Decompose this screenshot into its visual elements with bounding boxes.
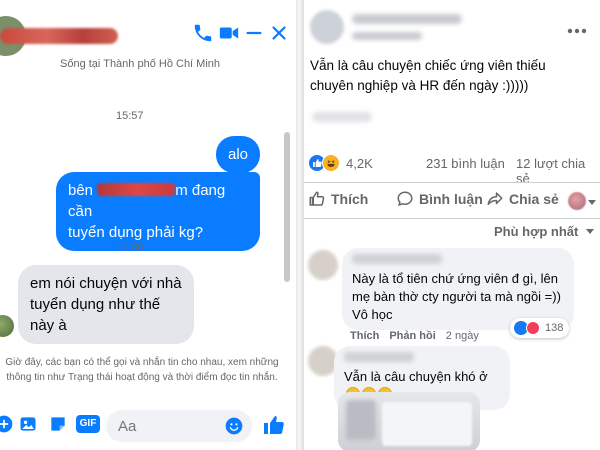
comment-icon [397, 191, 413, 206]
gif-icon[interactable]: GIF [76, 415, 100, 433]
poster-avatar[interactable] [310, 10, 344, 44]
sticker-icon[interactable] [48, 414, 68, 434]
chat-notice: Giờ đây, các bạn có thể gọi và nhắn tin … [5, 357, 279, 383]
more-options-icon[interactable] [566, 26, 588, 36]
commenter-avatar[interactable] [308, 250, 338, 280]
share-icon [487, 192, 503, 205]
commenter-name-redacted[interactable] [344, 352, 414, 362]
commenter-name-redacted[interactable] [352, 254, 442, 264]
audience-avatar[interactable] [568, 192, 586, 210]
message-text: này à [30, 317, 67, 334]
sort-label: Phù hợp nhất [494, 224, 579, 239]
comment-sort-dropdown[interactable]: Phù hợp nhất [494, 224, 594, 239]
like-icon[interactable] [262, 413, 286, 437]
post-extra-redacted [312, 112, 372, 122]
chat-scrollbar[interactable] [284, 132, 290, 282]
like-button-label: Thích [331, 191, 369, 207]
message-text: tuyển dụng phải kg? [68, 224, 204, 241]
message-timestamp: 16:36 [116, 241, 144, 253]
post-actions: Thích Bình luận Chia sẻ [304, 184, 600, 218]
post-timestamp-redacted [352, 32, 422, 40]
image-content-blurred [346, 400, 376, 440]
comment-reactions-badge[interactable]: 138 [510, 318, 570, 338]
comment-text: Vẫn là câu chuyện khó ở [344, 369, 488, 384]
contact-location: Sống tại Thành phố Hồ Chí Minh [60, 58, 221, 70]
divider [304, 218, 600, 219]
comment-meta: Thích Phản hồi 2 ngày [350, 330, 479, 342]
divider [304, 182, 600, 183]
share-button-label: Chia sẻ [509, 191, 559, 207]
comment-reply-link[interactable]: Phản hồi [389, 330, 435, 342]
facebook-post: Vẫn là câu chuyện chiếc ứng viên thiếu c… [304, 0, 600, 450]
phone-icon[interactable] [192, 22, 214, 44]
comment-image-attachment[interactable] [338, 392, 480, 450]
message-input[interactable] [106, 410, 216, 442]
message-text: em nói chuyện với nhà [30, 275, 182, 292]
thumbs-up-icon [309, 191, 325, 206]
image-content-blurred [382, 402, 472, 446]
comment-button-label: Bình luận [419, 191, 483, 207]
share-button[interactable]: Chia sẻ [486, 190, 559, 208]
contact-name-redacted[interactable] [0, 28, 118, 44]
chevron-down-icon[interactable] [588, 198, 596, 206]
plus-icon[interactable] [0, 414, 14, 434]
chat-header [0, 0, 296, 56]
chevron-down-icon [585, 229, 594, 234]
close-icon[interactable] [268, 22, 290, 44]
comment-text: Này là tổ tiên chứ ứng viên đ gì, lên mẹ… [352, 271, 561, 322]
message-timestamp: 15:57 [116, 110, 144, 122]
received-message[interactable]: em nói chuyện với nhà tuyển dụng như thế… [18, 265, 194, 344]
reaction-count[interactable]: 4,2K [346, 156, 373, 171]
reactions-summary[interactable]: 4,2K 231 bình luận 12 lượt chia sẻ [308, 154, 596, 186]
like-button[interactable]: Thích [308, 190, 368, 208]
haha-reaction-icon [322, 154, 340, 172]
comment-like-link[interactable]: Thích [350, 330, 379, 342]
message-composer: GIF [0, 404, 296, 444]
comment-button[interactable]: Bình luận [396, 190, 483, 208]
screenshot-divider [296, 0, 304, 450]
minimize-icon[interactable] [243, 22, 265, 44]
comments-count[interactable]: 231 bình luận [426, 156, 505, 171]
emoji-icon[interactable] [224, 416, 244, 436]
sent-message[interactable]: alo [216, 136, 260, 173]
messenger-chat-window: Sống tại Thành phố Hồ Chí Minh 15:57 alo… [0, 0, 296, 450]
video-call-icon[interactable] [218, 22, 240, 44]
comment-reaction-count: 138 [545, 322, 564, 334]
image-icon[interactable] [18, 414, 38, 434]
sent-message[interactable]: bên m đang cần tuyển dụng phải kg? [56, 172, 260, 251]
love-reaction-icon [526, 321, 540, 335]
poster-name-redacted[interactable] [352, 14, 462, 24]
sender-avatar[interactable] [0, 315, 14, 337]
redacted-company-name [97, 183, 176, 196]
comment-age[interactable]: 2 ngày [446, 330, 479, 342]
post-body: Vẫn là câu chuyện chiếc ứng viên thiếu c… [310, 58, 546, 93]
message-text: bên [68, 182, 98, 199]
message-text: tuyển dụng như thế [30, 296, 161, 313]
